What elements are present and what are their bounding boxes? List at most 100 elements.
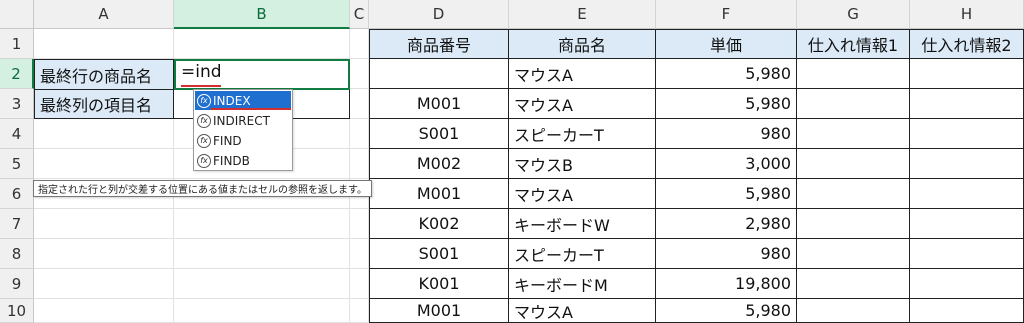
cell[interactable] <box>174 29 350 59</box>
autocomplete-item-indirect[interactable]: fx INDIRECT <box>195 111 291 130</box>
table-header-cell: 商品番号 <box>369 29 509 59</box>
row-header-3[interactable]: 3 <box>0 89 34 119</box>
table-cell[interactable]: S001 <box>369 119 509 149</box>
table-cell[interactable] <box>910 89 1024 119</box>
autocomplete-item-label: FINDB <box>213 153 250 168</box>
cell[interactable] <box>34 29 174 59</box>
select-all-corner[interactable] <box>0 0 34 29</box>
table-cell[interactable] <box>910 239 1024 269</box>
autocomplete-item-findb[interactable]: fx FINDB <box>195 151 291 170</box>
table-header-cell: 仕入れ情報2 <box>910 29 1024 59</box>
cell[interactable] <box>34 209 174 239</box>
cell[interactable] <box>34 149 174 179</box>
table-cell[interactable] <box>369 59 509 89</box>
table-cell[interactable]: M001 <box>369 89 509 119</box>
row-header-7[interactable]: 7 <box>0 209 34 239</box>
table-cell[interactable]: マウスA <box>509 89 656 119</box>
row-header-9[interactable]: 9 <box>0 269 34 299</box>
table-cell[interactable]: S001 <box>369 239 509 269</box>
cell[interactable] <box>34 239 174 269</box>
table-cell[interactable] <box>910 59 1024 89</box>
function-autocomplete-list[interactable]: fx INDEX fx INDIRECT fx FIND fx FINDB <box>193 89 293 171</box>
column-header-e[interactable]: E <box>509 0 656 29</box>
cell[interactable] <box>350 149 369 179</box>
cell[interactable] <box>34 119 174 149</box>
table-cell[interactable] <box>797 89 910 119</box>
cell[interactable] <box>350 29 369 59</box>
row-header-8[interactable]: 8 <box>0 239 34 269</box>
cell[interactable] <box>174 299 350 323</box>
table-cell[interactable]: キーボードM <box>509 269 656 299</box>
table-cell[interactable] <box>910 119 1024 149</box>
autocomplete-underline <box>211 108 291 110</box>
row-header-1[interactable]: 1 <box>0 29 34 59</box>
cell[interactable] <box>350 209 369 239</box>
cell-formula-input[interactable]: =ind <box>181 62 222 82</box>
column-header-a[interactable]: A <box>34 0 174 29</box>
cell[interactable] <box>350 89 369 119</box>
row-header-6[interactable]: 6 <box>0 179 34 209</box>
table-cell[interactable] <box>910 179 1024 209</box>
cell[interactable] <box>34 299 174 323</box>
cell[interactable] <box>174 239 350 269</box>
table-cell[interactable] <box>797 209 910 239</box>
table-cell[interactable] <box>797 299 910 323</box>
table-cell[interactable]: M002 <box>369 149 509 179</box>
table-cell[interactable] <box>797 149 910 179</box>
table-cell[interactable]: K002 <box>369 209 509 239</box>
table-cell[interactable]: マウスB <box>509 149 656 179</box>
row-header-4[interactable]: 4 <box>0 119 34 149</box>
row-header-5[interactable]: 5 <box>0 149 34 179</box>
table-cell[interactable]: 5,980 <box>656 299 797 323</box>
table-cell[interactable] <box>910 209 1024 239</box>
label-last-row-product: 最終行の商品名 <box>34 59 174 90</box>
table-cell[interactable]: 5,980 <box>656 179 797 209</box>
spreadsheet-grid[interactable]: ABCDEFGH 1 2 3 4 5 6 7 8 9 10 最終行の商品名 最終列の項目名 商品番号商… <box>0 0 1024 323</box>
table-cell[interactable]: マウスA <box>509 179 656 209</box>
table-cell[interactable] <box>797 269 910 299</box>
table-cell[interactable] <box>797 239 910 269</box>
table-cell[interactable]: 980 <box>656 239 797 269</box>
column-header-d[interactable]: D <box>369 0 509 29</box>
table-cell[interactable]: M001 <box>369 299 509 323</box>
column-header-f[interactable]: F <box>656 0 797 29</box>
label-last-column-item: 最終列の項目名 <box>34 89 174 119</box>
row-header-2[interactable]: 2 <box>0 59 34 89</box>
table-cell[interactable] <box>797 119 910 149</box>
cell[interactable] <box>174 209 350 239</box>
table-cell[interactable]: 2,980 <box>656 209 797 239</box>
column-header-h[interactable]: H <box>910 0 1024 29</box>
autocomplete-item-find[interactable]: fx FIND <box>195 131 291 150</box>
table-cell[interactable]: スピーカーT <box>509 119 656 149</box>
table-cell[interactable]: 980 <box>656 119 797 149</box>
table-cell[interactable] <box>910 299 1024 323</box>
column-header-c[interactable]: C <box>350 0 369 29</box>
table-cell[interactable] <box>797 179 910 209</box>
table-cell[interactable]: M001 <box>369 179 509 209</box>
table-cell[interactable]: 19,800 <box>656 269 797 299</box>
table-cell[interactable]: 5,980 <box>656 89 797 119</box>
table-cell[interactable]: マウスA <box>509 299 656 323</box>
table-cell[interactable] <box>910 149 1024 179</box>
row-header-10[interactable]: 10 <box>0 299 34 323</box>
column-header-g[interactable]: G <box>797 0 910 29</box>
cell[interactable] <box>350 239 369 269</box>
function-icon: fx <box>197 153 211 168</box>
cell[interactable] <box>350 119 369 149</box>
table-cell[interactable] <box>910 269 1024 299</box>
table-cell[interactable]: K001 <box>369 269 509 299</box>
cell[interactable] <box>350 269 369 299</box>
column-header-b[interactable]: B <box>174 0 350 29</box>
function-icon: fx <box>197 93 211 108</box>
cell[interactable] <box>174 269 350 299</box>
table-cell[interactable]: スピーカーT <box>509 239 656 269</box>
cell[interactable] <box>350 299 369 323</box>
table-cell[interactable]: マウスA <box>509 59 656 89</box>
cell[interactable] <box>34 269 174 299</box>
cell[interactable] <box>350 59 369 89</box>
table-cell[interactable]: 3,000 <box>656 149 797 179</box>
function-icon: fx <box>197 113 211 128</box>
table-cell[interactable]: 5,980 <box>656 59 797 89</box>
table-cell[interactable]: キーボードW <box>509 209 656 239</box>
table-cell[interactable] <box>797 59 910 89</box>
